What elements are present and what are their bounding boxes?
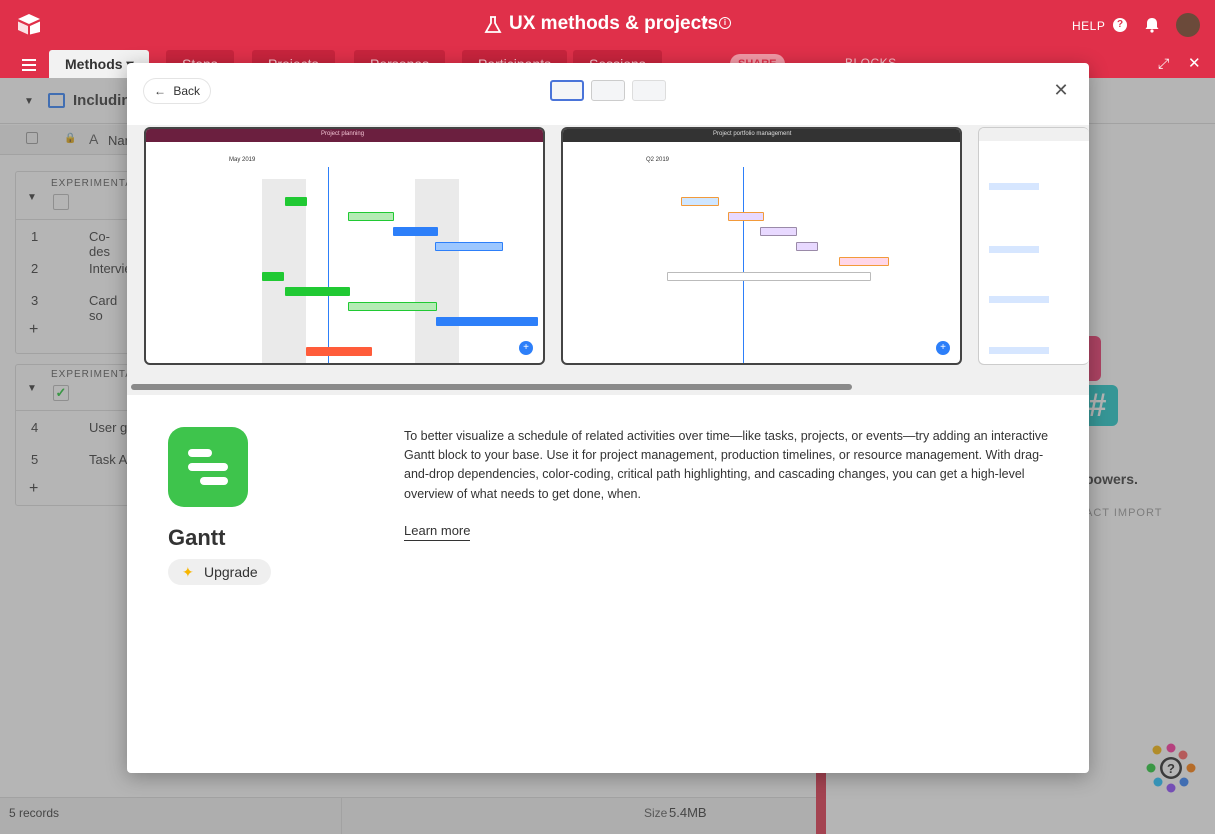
gantt-bar[interactable]: [285, 287, 350, 296]
block-detail-modal: ← Back ✕ Project planning May 2019 + Pro…: [127, 63, 1089, 773]
sparkle-icon: ✦: [182, 564, 194, 580]
screenshot-gallery[interactable]: Project planning May 2019 + Project port…: [127, 125, 1089, 395]
screenshot-portfolio-management[interactable]: Project portfolio management Q2 2019 +: [561, 127, 962, 365]
gantt-bar[interactable]: [667, 272, 871, 281]
back-button[interactable]: ← Back: [144, 79, 211, 103]
gantt-bar[interactable]: [839, 257, 889, 266]
add-icon[interactable]: +: [936, 341, 950, 355]
avatar[interactable]: [1176, 13, 1200, 37]
bell-icon[interactable]: [1145, 17, 1159, 33]
chevron-down-icon[interactable]: ▼: [700, 17, 710, 28]
gantt-bar[interactable]: [681, 197, 719, 206]
top-bar: UX methods & projects ▼ i HELP ?: [0, 0, 1215, 50]
gantt-bar[interactable]: [760, 227, 797, 236]
today-line: [328, 167, 329, 363]
group-header: [989, 296, 1049, 303]
close-icon[interactable]: ✕: [1188, 54, 1201, 72]
weekend-shade: [415, 179, 459, 363]
hamburger-menu-icon[interactable]: [22, 58, 36, 71]
help-label[interactable]: HELP: [1072, 19, 1105, 33]
gantt-bar[interactable]: [728, 212, 764, 221]
help-icon[interactable]: ?: [1113, 18, 1127, 32]
add-icon[interactable]: +: [519, 341, 533, 355]
expand-icon[interactable]: ⤢: [1158, 55, 1169, 72]
airtable-logo-icon[interactable]: [17, 13, 41, 35]
group-header: [989, 183, 1039, 190]
screenshot-thumbnail-2[interactable]: [591, 80, 625, 101]
gallery-scrollbar[interactable]: [131, 384, 852, 390]
timeline-date: Q2 2019: [646, 157, 670, 163]
timeline-date: May 2019: [229, 157, 256, 163]
block-description: To better visualize a schedule of relate…: [404, 429, 1049, 501]
gantt-bar[interactable]: [796, 242, 818, 251]
arrow-left-icon: ←: [154, 84, 166, 98]
group-header: [989, 347, 1049, 354]
info-icon[interactable]: i: [719, 17, 731, 29]
gantt-bar[interactable]: [435, 242, 503, 251]
gantt-bar[interactable]: [306, 347, 372, 356]
close-icon[interactable]: ✕: [1051, 80, 1071, 100]
upgrade-label: Upgrade: [204, 564, 258, 580]
tab-label: Methods: [65, 56, 123, 72]
gantt-bar[interactable]: [393, 227, 438, 236]
gantt-bar[interactable]: [436, 317, 538, 326]
today-line: [743, 167, 744, 363]
screenshot-grouped-projects[interactable]: [978, 127, 1089, 365]
screenshot-project-planning[interactable]: Project planning May 2019 +: [144, 127, 545, 365]
gantt-block-icon: [168, 427, 248, 507]
back-label: Back: [173, 84, 201, 98]
screenshot-thumbnail-3[interactable]: [632, 80, 666, 101]
screenshot-title: Project planning: [321, 131, 365, 137]
screenshot-title: Project portfolio management: [713, 131, 792, 137]
upgrade-button[interactable]: ✦ Upgrade: [168, 559, 271, 585]
base-title[interactable]: UX methods & projects: [509, 13, 718, 35]
learn-more-link[interactable]: Learn more: [404, 523, 471, 541]
screenshot-thumbnail-1[interactable]: [550, 80, 584, 101]
gantt-bar[interactable]: [348, 302, 437, 311]
gantt-bar[interactable]: [348, 212, 394, 221]
group-header: [989, 246, 1039, 253]
base-icon: [483, 15, 503, 35]
gantt-bar[interactable]: [262, 272, 284, 281]
window-titlebar: [979, 128, 1089, 141]
gantt-bar[interactable]: [285, 197, 307, 206]
block-name: Gantt: [168, 525, 226, 550]
